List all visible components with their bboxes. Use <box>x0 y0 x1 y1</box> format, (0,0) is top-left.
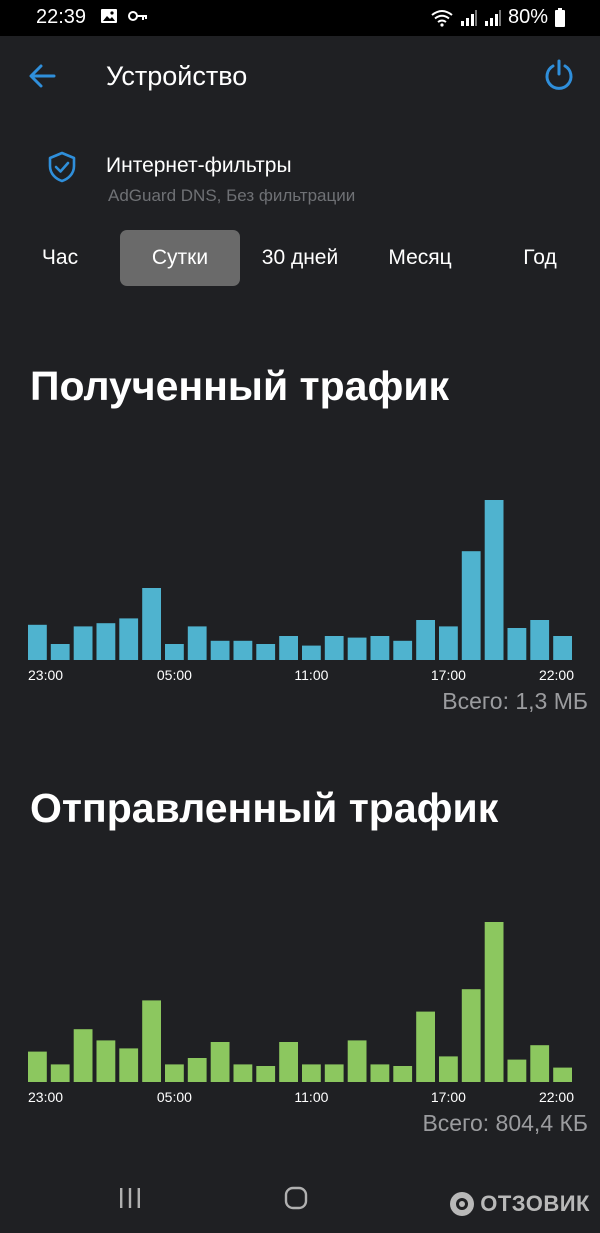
filters-subtitle: AdGuard DNS, Без фильтрации <box>108 186 356 205</box>
received-bar <box>347 637 367 660</box>
sent-bar <box>165 1064 184 1082</box>
sent-traffic-title: Отправленный трафик <box>30 785 499 831</box>
sent-x-tick-label: 22:00 <box>539 1089 574 1105</box>
watermark-text: ОТЗОВИК <box>480 1191 590 1216</box>
sent-bar <box>416 1011 435 1082</box>
received-traffic-chart: 23:00 05:00 11:00 17:00 22:00 <box>26 488 576 688</box>
received-x-tick-label: 11:00 <box>294 667 328 683</box>
received-bar <box>96 623 116 660</box>
sent-bar <box>553 1067 572 1082</box>
sent-bar <box>119 1048 139 1082</box>
received-x-tick-label: 17:00 <box>431 667 466 683</box>
received-bar <box>370 636 390 660</box>
sent-x-tick-label: 17:00 <box>431 1089 466 1105</box>
sent-bar <box>279 1042 298 1082</box>
sent-x-tick-label: 23:00 <box>28 1089 63 1105</box>
sent-bar <box>530 1045 550 1082</box>
received-traffic-title: Полученный трафик <box>30 363 450 409</box>
received-bar <box>73 626 93 660</box>
sent-bar <box>370 1064 390 1082</box>
received-bar <box>210 640 230 660</box>
sent-bar <box>210 1042 230 1082</box>
sent-bar <box>302 1064 321 1082</box>
received-x-tick-label: 05:00 <box>157 667 192 683</box>
received-bar <box>393 640 413 660</box>
watermark: ОТЗОВИК <box>448 1190 590 1218</box>
shield-check-icon <box>48 151 76 183</box>
sent-total: Всего: 804,4 КБ <box>422 1110 588 1136</box>
home-icon[interactable] <box>284 1186 308 1210</box>
sent-bar <box>73 1029 93 1082</box>
sent-bar <box>50 1064 70 1082</box>
sent-bar <box>96 1040 116 1082</box>
received-bar <box>50 644 70 660</box>
received-bar <box>165 644 184 660</box>
sent-bar <box>256 1066 276 1082</box>
received-x-tick-label: 23:00 <box>28 667 63 683</box>
page-title: Устройство <box>106 61 248 91</box>
sent-bar <box>324 1064 344 1082</box>
received-bar <box>553 636 572 660</box>
received-bar <box>28 624 47 660</box>
nav-bar: ОТЗОВИК <box>0 1160 600 1233</box>
sent-x-tick-label: 05:00 <box>157 1089 192 1105</box>
wifi-icon <box>431 9 453 27</box>
received-bar <box>324 636 344 660</box>
sent-bar <box>461 989 481 1082</box>
status-bar: 22:39 80% <box>0 0 600 36</box>
signal-icon <box>484 9 501 26</box>
internet-filters-item[interactable]: Интернет-фильтры AdGuard DNS, Без фильтр… <box>0 140 600 215</box>
tab-year[interactable]: Год <box>490 230 590 286</box>
received-bar <box>302 645 321 660</box>
received-bar <box>279 636 298 660</box>
sent-bar <box>187 1058 207 1082</box>
received-bar <box>142 588 161 660</box>
recents-icon[interactable] <box>118 1188 142 1208</box>
status-right: 80% <box>430 6 566 29</box>
filters-title: Интернет-фильтры <box>106 154 292 177</box>
battery-percent: 80% <box>507 6 548 28</box>
sent-traffic-chart: 23:00 05:00 11:00 17:00 22:00 <box>26 910 576 1110</box>
sent-bar <box>28 1051 47 1082</box>
sent-bar <box>393 1066 413 1082</box>
sent-bar <box>484 922 504 1082</box>
received-bar <box>187 626 207 660</box>
sent-bar <box>142 1000 161 1082</box>
tab-hour[interactable]: Час <box>10 230 110 286</box>
received-bar <box>484 500 504 660</box>
app-bar: Устройство <box>0 36 600 120</box>
sent-bar <box>507 1059 527 1082</box>
received-total: Всего: 1,3 МБ <box>442 688 588 714</box>
received-bar <box>439 626 458 660</box>
tab-30-days[interactable]: 30 дней <box>245 230 355 286</box>
received-bar <box>256 644 276 660</box>
arrow-left-icon[interactable] <box>26 60 58 92</box>
sent-chart-svg: 23:00 05:00 11:00 17:00 22:00 <box>28 922 574 1105</box>
received-bar <box>507 628 527 660</box>
period-tabs: Час Сутки 30 дней Месяц Год <box>0 228 600 290</box>
key-icon <box>128 11 147 21</box>
screen: 22:39 80% Устройство Интернет-фильтры Ad… <box>0 0 600 1233</box>
sent-x-tick-label: 11:00 <box>294 1089 328 1105</box>
received-bar <box>119 618 139 660</box>
received-bar <box>416 620 435 660</box>
received-chart-svg: 23:00 05:00 11:00 17:00 22:00 <box>28 500 574 683</box>
status-left-icons <box>100 8 148 24</box>
image-icon <box>101 9 117 23</box>
battery-icon <box>555 7 565 27</box>
sent-bar <box>347 1040 367 1082</box>
received-bar <box>530 620 550 660</box>
sent-bar <box>439 1056 458 1082</box>
status-time: 22:39 <box>36 6 87 28</box>
tab-day[interactable]: Сутки <box>120 230 240 286</box>
power-icon[interactable] <box>542 58 576 92</box>
tab-month[interactable]: Месяц <box>365 230 475 286</box>
received-x-tick-label: 22:00 <box>539 667 574 683</box>
received-bar <box>461 551 481 660</box>
received-bar <box>233 640 253 660</box>
watermark-logo-icon <box>450 1192 475 1216</box>
signal-icon <box>460 9 477 26</box>
sent-bar <box>233 1064 253 1082</box>
